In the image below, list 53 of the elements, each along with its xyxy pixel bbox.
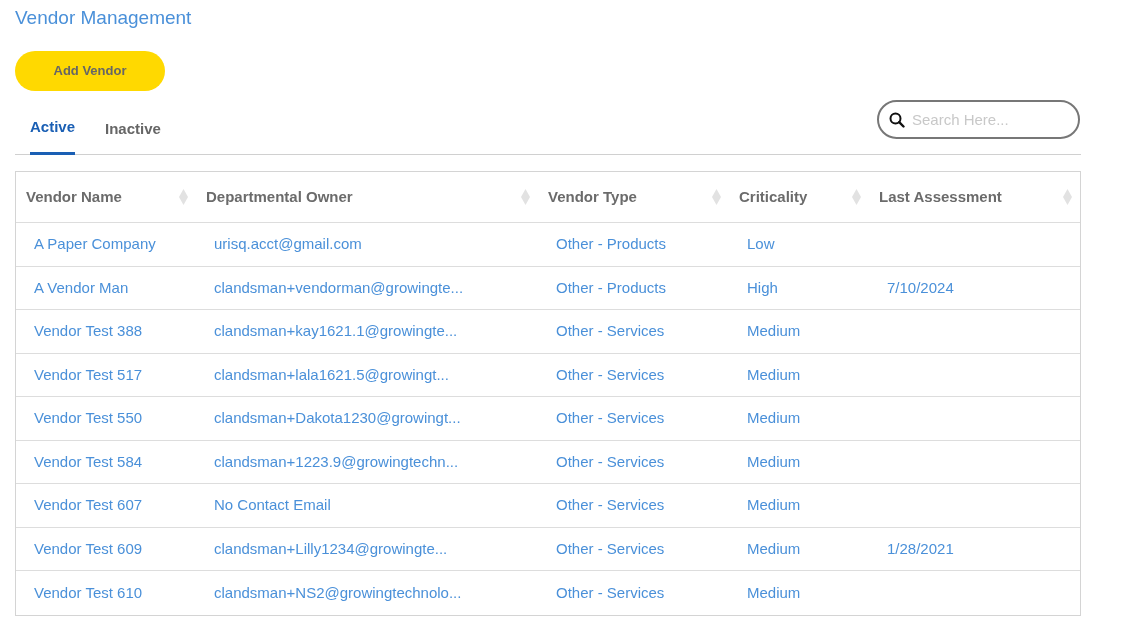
sort-icon[interactable]: [179, 189, 188, 205]
table-cell: No Contact Email: [214, 496, 331, 514]
table-cell: Other - Services: [556, 452, 665, 470]
table-cell: Medium: [747, 496, 801, 514]
sort-icon[interactable]: [712, 189, 721, 205]
table-cell: Medium: [747, 583, 801, 601]
table-cell: High: [747, 278, 778, 296]
column-header[interactable]: Criticality: [739, 185, 808, 209]
page-title: Vendor Management: [15, 8, 192, 27]
table-cell: Other - Services: [556, 583, 665, 601]
column-header[interactable]: Vendor Type: [548, 185, 637, 209]
table-cell: Other - Services: [556, 539, 665, 557]
search-icon: [889, 112, 905, 128]
vendor-name-link[interactable]: Vendor Test 584: [34, 452, 143, 470]
table-cell: Medium: [747, 539, 801, 557]
table-cell: clandsman+vendorman@growingte...: [214, 278, 464, 296]
table-cell: Medium: [747, 365, 801, 383]
sort-icon[interactable]: [852, 189, 861, 205]
table-cell: Other - Services: [556, 322, 665, 340]
table-cell: Other - Products: [556, 278, 667, 296]
table-cell: Low: [747, 235, 775, 253]
table-cell: clandsman+1223.9@growingtechn...: [214, 452, 459, 470]
table-cell: clandsman+Lilly1234@growingte...: [214, 539, 448, 557]
vendor-name-link[interactable]: Vendor Test 388: [34, 322, 143, 340]
tab[interactable]: Active: [30, 113, 76, 155]
vendor-name-link[interactable]: Vendor Test 607: [34, 496, 143, 514]
table-cell: clandsman+Dakota1230@growingt...: [214, 409, 461, 427]
vendor-name-link[interactable]: A Paper Company: [34, 235, 156, 253]
table-cell: 7/10/2024: [887, 278, 954, 296]
column-header[interactable]: Vendor Name: [26, 185, 122, 209]
table-cell: urisq.acct@gmail.com: [214, 235, 362, 253]
column-header[interactable]: Last Assessment: [879, 185, 1002, 209]
table-cell: Other - Services: [556, 365, 665, 383]
vendor-name-link[interactable]: A Vendor Man: [34, 278, 129, 296]
vendor-name-link[interactable]: Vendor Test 517: [34, 365, 143, 383]
column-header[interactable]: Departmental Owner: [206, 185, 353, 209]
sort-icon[interactable]: [1063, 189, 1072, 205]
table-cell: clandsman+NS2@growingtechnolo...: [214, 583, 462, 601]
table-cell: 1/28/2021: [887, 539, 954, 557]
vendor-name-link[interactable]: Vendor Test 550: [34, 409, 143, 427]
add-vendor-button[interactable]: Add Vendor: [15, 51, 165, 91]
table-cell: clandsman+kay1621.1@growingte...: [214, 322, 458, 340]
tab[interactable]: Inactive: [105, 117, 161, 155]
table-cell: clandsman+lala1621.5@growingt...: [214, 365, 449, 383]
table-cell: Medium: [747, 409, 801, 427]
table-cell: Other - Products: [556, 235, 667, 253]
vendor-name-link[interactable]: Vendor Test 609: [34, 539, 143, 557]
table-cell: Medium: [747, 322, 801, 340]
vendor-name-link[interactable]: Vendor Test 610: [34, 583, 143, 601]
sort-icon[interactable]: [521, 189, 530, 205]
table-cell: Other - Services: [556, 409, 665, 427]
table-cell: Medium: [747, 452, 801, 470]
table-cell: Other - Services: [556, 496, 665, 514]
